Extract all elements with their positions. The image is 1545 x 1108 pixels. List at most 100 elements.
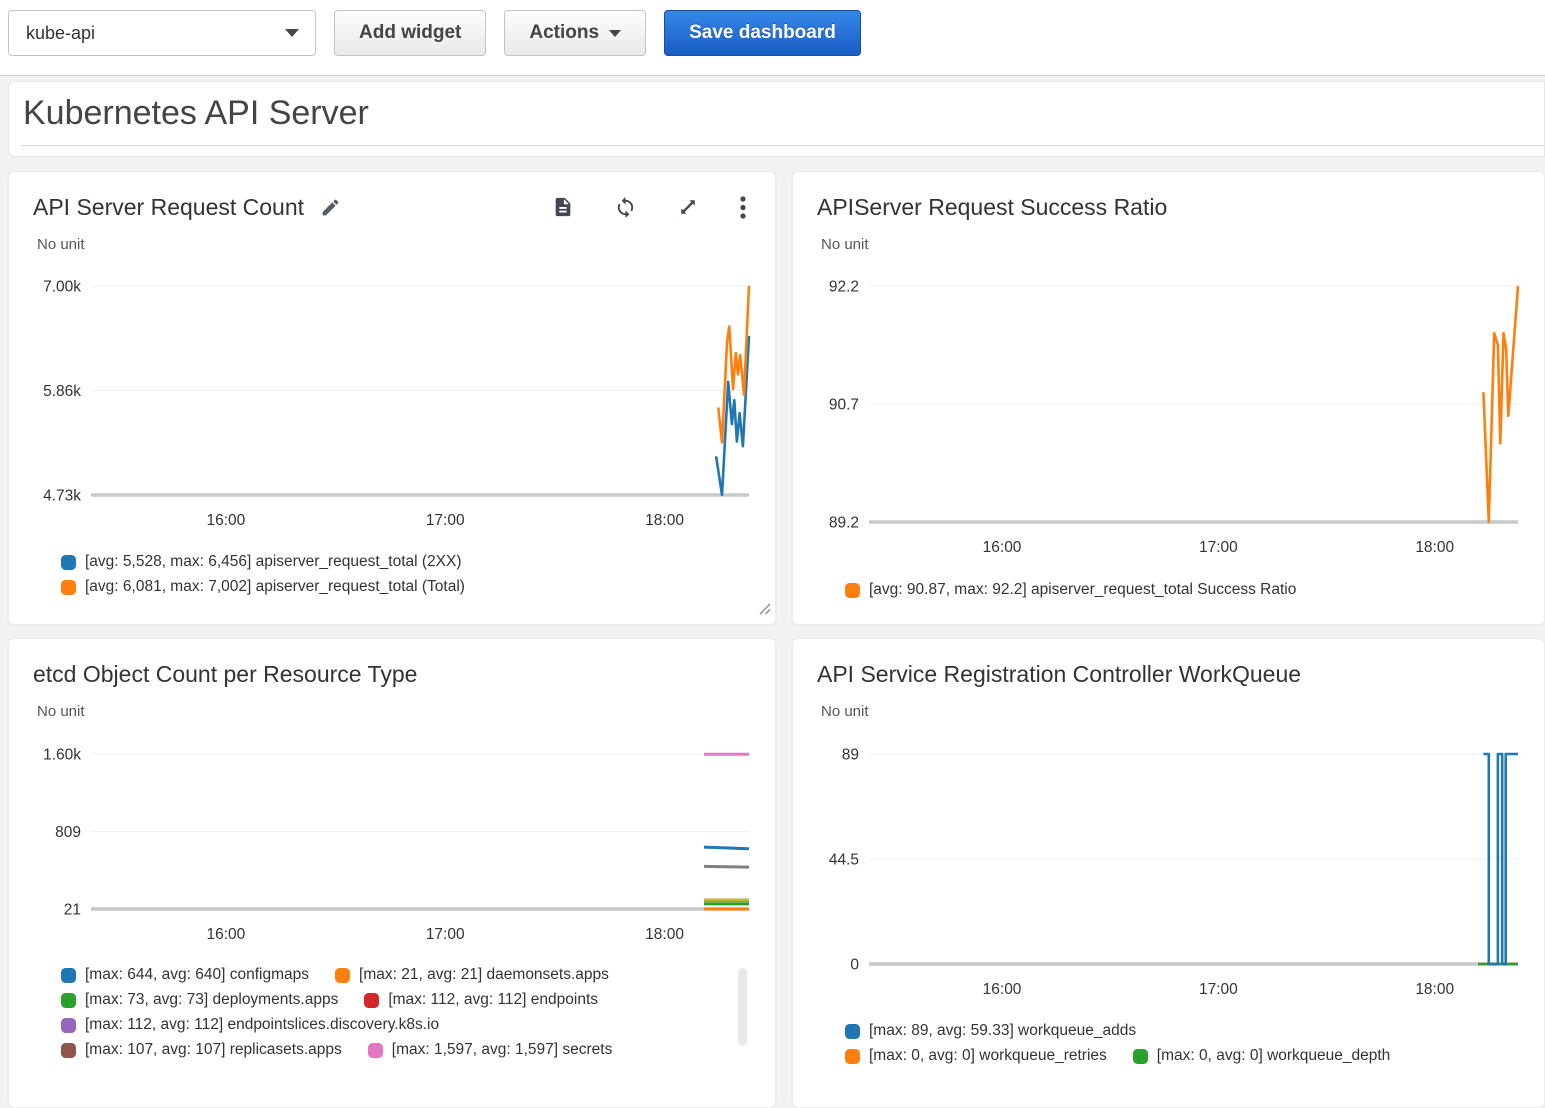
y-axis-tick-label: 4.73k (43, 488, 81, 505)
unit-label: No unit (821, 703, 1522, 720)
legend-row: [avg: 5,528, max: 6,456] apiserver_reque… (61, 553, 753, 571)
series-line (704, 847, 749, 849)
legend-row: [max: 89, avg: 59.33] workqueue_adds (845, 1022, 1522, 1040)
legend-row: [max: 644, avg: 640] configmaps [max: 21,… (61, 966, 753, 984)
panel-header: APIServer Request Success Ratio (817, 188, 1522, 226)
legend-swatch (845, 1049, 860, 1064)
resize-handle-icon[interactable] (756, 600, 771, 620)
actions-button-label: Actions (529, 22, 599, 44)
y-axis-tick-label: 89.2 (829, 515, 859, 532)
chevron-down-icon (285, 29, 299, 37)
y-axis-tick-label: 5.86k (43, 383, 81, 400)
legend-swatch (61, 1018, 76, 1033)
legend-swatch (1133, 1049, 1148, 1064)
legend-scrollbar[interactable] (738, 968, 747, 1046)
request-count-chart: 7.00k5.86k4.73k16:0017:0018:00 (33, 257, 755, 543)
legend-item[interactable]: [max: 112, avg: 112] endpoints (364, 991, 598, 1009)
unit-label: No unit (821, 236, 1522, 253)
legend-item[interactable]: [max: 21, avg: 21] daemonsets.apps (335, 966, 609, 984)
legend-item[interactable]: [max: 0, avg: 0] workqueue_depth (1133, 1047, 1391, 1065)
legend-item[interactable]: [max: 112, avg: 112] endpointslices.disc… (61, 1016, 439, 1034)
legend-item[interactable]: [max: 107, avg: 107] replicasets.apps (61, 1041, 342, 1059)
success-ratio-chart: 92.2 90.7 89.2 16:00 17:00 18:00 (817, 257, 1524, 571)
dashboard-select[interactable]: kube-api (8, 10, 316, 56)
save-dashboard-button[interactable]: Save dashboard (664, 10, 861, 56)
series-line (704, 866, 749, 867)
legend-swatch (61, 580, 76, 595)
x-axis-tick-label: 18:00 (1415, 981, 1454, 998)
panel-title: etcd Object Count per Resource Type (33, 661, 417, 688)
panel-success-ratio: APIServer Request Success Ratio No unit … (792, 171, 1545, 625)
legend-item[interactable]: [max: 0, avg: 0] workqueue_retries (845, 1047, 1107, 1065)
chevron-down-icon (609, 30, 621, 37)
legend-item[interactable]: [avg: 6,081, max: 7,002] apiserver_reque… (61, 578, 465, 596)
legend-swatch (364, 993, 379, 1008)
panel-request-count: API Server Request Count (8, 171, 776, 625)
legend-row: [avg: 90.87, max: 92.2] apiserver_reques… (845, 581, 1522, 599)
legend-swatch (335, 968, 350, 983)
dashboard-toolbar: kube-api Add widget Actions Save dashboa… (0, 0, 1545, 76)
legend-swatch (61, 968, 76, 983)
y-axis-tick-label: 89 (842, 747, 859, 764)
y-axis-tick-label: 92.2 (829, 279, 859, 296)
panel-header: etcd Object Count per Resource Type (33, 655, 753, 693)
panel-header: API Service Registration Controller Work… (817, 655, 1522, 693)
expand-icon[interactable] (677, 196, 699, 218)
legend-label: [max: 21, avg: 21] daemonsets.apps (359, 966, 609, 984)
x-axis-tick-label: 18:00 (1415, 539, 1454, 556)
title-underline (21, 145, 1544, 146)
legend-row: [avg: 6,081, max: 7,002] apiserver_reque… (61, 578, 753, 596)
x-axis-tick-label: 18:00 (645, 926, 684, 943)
legend-item[interactable]: [max: 644, avg: 640] configmaps (61, 966, 309, 984)
x-axis-tick-label: 16:00 (983, 981, 1022, 998)
panel-title: APIServer Request Success Ratio (817, 194, 1167, 221)
x-axis-tick-label: 17:00 (426, 512, 465, 529)
legend-label: [max: 112, avg: 112] endpointslices.disc… (85, 1016, 439, 1034)
x-axis-tick-label: 17:00 (426, 926, 465, 943)
x-axis-tick-label: 16:00 (206, 926, 245, 943)
legend-label: [max: 89, avg: 59.33] workqueue_adds (869, 1022, 1136, 1040)
legend-label: [max: 107, avg: 107] replicasets.apps (85, 1041, 342, 1059)
y-axis-tick-label: 90.7 (829, 397, 859, 414)
legend-swatch (368, 1043, 383, 1058)
x-axis-tick-label: 17:00 (1199, 539, 1238, 556)
legend-item[interactable]: [avg: 90.87, max: 92.2] apiserver_reques… (845, 581, 1296, 599)
legend-label: [max: 0, avg: 0] workqueue_retries (869, 1047, 1107, 1065)
legend-label: [avg: 6,081, max: 7,002] apiserver_reque… (85, 578, 465, 596)
legend-swatch (61, 1043, 76, 1058)
unit-label: No unit (37, 236, 753, 253)
actions-button[interactable]: Actions (504, 10, 646, 56)
legend-swatch (61, 555, 76, 570)
unit-label: No unit (37, 703, 753, 720)
legend-label: [max: 73, avg: 73] deployments.apps (85, 991, 338, 1009)
legend-item[interactable]: [max: 1,597, avg: 1,597] secrets (368, 1041, 613, 1059)
legend-item[interactable]: [avg: 5,528, max: 6,456] apiserver_reque… (61, 553, 462, 571)
legend-item[interactable]: [max: 73, avg: 73] deployments.apps (61, 991, 338, 1009)
legend-label: [max: 0, avg: 0] workqueue_depth (1157, 1047, 1391, 1065)
legend-row: [max: 112, avg: 112] endpointslices.disc… (61, 1016, 753, 1034)
legend-label: [max: 644, avg: 640] configmaps (85, 966, 309, 984)
add-widget-button[interactable]: Add widget (334, 10, 486, 56)
legend-swatch (845, 583, 860, 598)
edit-title-icon[interactable] (320, 197, 341, 218)
kebab-menu-icon[interactable] (739, 195, 747, 220)
chart-legend: [max: 89, avg: 59.33] workqueue_adds [max… (817, 1022, 1522, 1065)
dashboard-title-card: Kubernetes API Server (8, 81, 1545, 157)
logs-icon[interactable] (552, 196, 574, 218)
panel-title: API Service Registration Controller Work… (817, 661, 1301, 688)
x-axis-tick-label: 17:00 (1199, 981, 1238, 998)
y-axis-tick-label: 21 (64, 902, 81, 919)
chart-legend: [avg: 90.87, max: 92.2] apiserver_reques… (817, 581, 1522, 599)
refresh-icon[interactable] (614, 196, 637, 219)
legend-label: [avg: 90.87, max: 92.2] apiserver_reques… (869, 581, 1296, 599)
panel-title: API Server Request Count (33, 194, 304, 221)
x-axis-tick-label: 16:00 (983, 539, 1022, 556)
panel-workqueue: API Service Registration Controller Work… (792, 638, 1545, 1108)
x-axis-tick-label: 18:00 (645, 512, 684, 529)
y-axis-tick-label: 7.00k (43, 279, 81, 296)
panel-header: API Server Request Count (33, 188, 753, 226)
legend-label: [max: 112, avg: 112] endpoints (388, 991, 598, 1009)
legend-item[interactable]: [max: 89, avg: 59.33] workqueue_adds (845, 1022, 1136, 1040)
legend-swatch (61, 993, 76, 1008)
y-axis-tick-label: 44.5 (829, 852, 859, 869)
